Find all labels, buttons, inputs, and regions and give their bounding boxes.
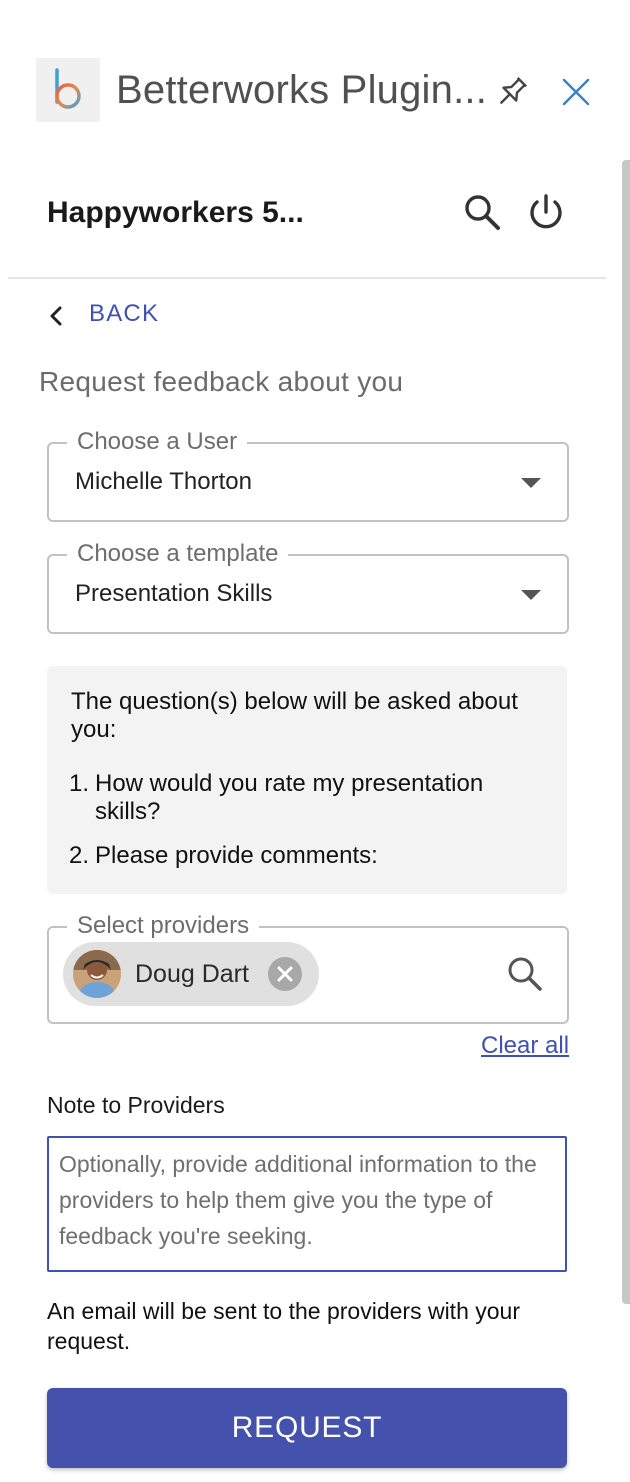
search-icon — [508, 957, 542, 991]
question-text: Please provide comments: — [95, 842, 378, 869]
remove-circle-icon — [268, 957, 302, 991]
dropdown-arrow-icon — [521, 478, 541, 488]
provider-chip[interactable]: Doug Dart — [63, 942, 319, 1006]
betterworks-logo-icon — [55, 68, 81, 109]
power-button[interactable] — [524, 190, 568, 234]
clear-all-link[interactable]: Clear all — [481, 1032, 569, 1060]
note-textarea[interactable]: Optionally, provide additional informati… — [47, 1136, 567, 1272]
question-number: 2. — [69, 842, 90, 869]
app-title: Betterworks Plugin... — [116, 68, 488, 112]
provider-search-button[interactable] — [503, 952, 547, 996]
back-chevron-icon[interactable] — [44, 302, 70, 330]
remove-provider-button[interactable] — [267, 956, 303, 992]
provider-chip-label: Doug Dart — [135, 960, 249, 988]
dropdown-arrow-icon — [521, 590, 541, 600]
question-number: 1. — [69, 770, 90, 797]
question-item: 1. How would you rate my presentation sk… — [69, 770, 539, 826]
question-text: How would you rate my presentation skill… — [95, 770, 484, 825]
request-button[interactable]: REQUEST — [47, 1388, 567, 1468]
note-label: Note to Providers — [47, 1092, 225, 1118]
question-item: 2. Please provide comments: — [69, 842, 539, 870]
note-placeholder: Optionally, provide additional informati… — [59, 1151, 537, 1249]
choose-user-select[interactable]: Choose a User Michelle Thorton — [47, 428, 569, 522]
close-button[interactable] — [556, 72, 596, 112]
header-divider — [8, 277, 606, 279]
select-providers-field[interactable]: Select providers Doug Dart — [47, 912, 569, 1024]
scrollbar[interactable] — [622, 160, 630, 1304]
choose-user-label: Choose a User — [67, 428, 248, 456]
questions-intro: The question(s) below will be asked abou… — [71, 688, 518, 743]
search-icon — [465, 195, 500, 230]
select-providers-label: Select providers — [67, 912, 260, 940]
app-logo — [36, 58, 100, 122]
choose-user-value: Michelle Thorton — [75, 468, 252, 495]
pin-button[interactable] — [492, 72, 532, 112]
header-search-button[interactable] — [460, 190, 504, 234]
avatar — [73, 950, 121, 998]
questions-info-box: The question(s) below will be asked abou… — [47, 666, 567, 894]
choose-template-select[interactable]: Choose a template Presentation Skills — [47, 540, 569, 634]
email-notice: An email will be sent to the providers w… — [47, 1298, 520, 1354]
power-icon — [530, 194, 562, 229]
choose-template-label: Choose a template — [67, 540, 289, 568]
pin-icon — [500, 77, 527, 104]
page-title: Request feedback about you — [39, 366, 404, 397]
back-link[interactable]: BACK — [89, 300, 159, 328]
choose-template-value: Presentation Skills — [75, 580, 273, 607]
company-name: Happyworkers 5... — [47, 196, 304, 229]
close-icon — [562, 78, 590, 106]
